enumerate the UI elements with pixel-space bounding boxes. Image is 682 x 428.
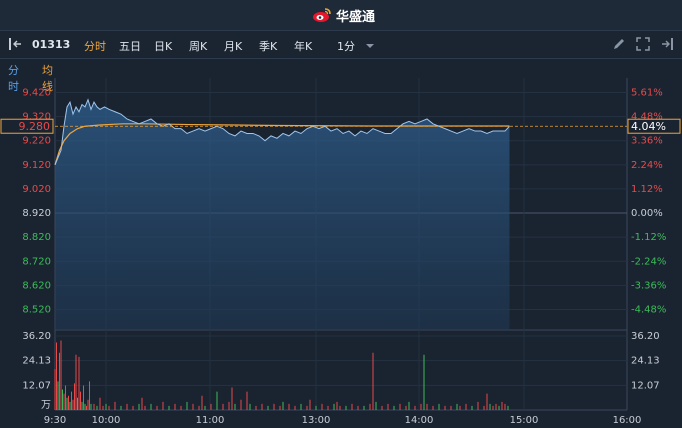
time-tick-label: 11:00: [196, 415, 225, 426]
price-tick-label: 8.920: [22, 208, 51, 219]
volume-tick-label-right: 36.20: [631, 331, 660, 342]
current-price-label: 9.280: [19, 120, 51, 133]
time-tick-label: 16:00: [613, 415, 642, 426]
pct-tick-label: 2.24%: [631, 160, 663, 171]
price-tick-label: 9.120: [22, 160, 51, 171]
intraday-chart: 9.420 5.61%9.320 4.48%9.220 3.36%9.120 2.24%…: [0, 78, 681, 426]
price-tick-label: 8.820: [22, 232, 51, 243]
volume-tick-label-right: 24.13: [631, 356, 660, 367]
current-pct-label: 4.04%: [631, 120, 666, 133]
volume-bars: [54, 340, 509, 410]
price-tick-label: 9.020: [22, 184, 51, 195]
time-tick-label: 10:00: [92, 415, 121, 426]
price-tick-label: 8.720: [22, 256, 51, 267]
time-tick-label: 9:30: [44, 415, 66, 426]
volume-tick-label: 24.13: [22, 356, 51, 367]
pct-tick-label: -2.24%: [631, 256, 666, 267]
pct-tick-label: 5.61%: [631, 87, 663, 98]
pct-tick-label: -3.36%: [631, 280, 666, 291]
time-tick-label: 14:00: [405, 415, 434, 426]
volume-unit-label: 万: [41, 400, 51, 411]
price-tick-label: 9.420: [22, 87, 51, 98]
volume-tick-label: 36.20: [22, 331, 51, 342]
time-tick-label: 15:00: [510, 415, 539, 426]
volume-tick-label-right: 12.07: [631, 380, 660, 391]
pct-tick-label: 1.12%: [631, 184, 663, 195]
pct-tick-label: -1.12%: [631, 232, 666, 243]
price-tick-label: 8.520: [22, 305, 51, 316]
price-tick-label: 9.220: [22, 136, 51, 147]
time-tick-label: 13:00: [302, 415, 331, 426]
pct-tick-label: -4.48%: [631, 305, 666, 316]
price-tick-label: 8.620: [22, 280, 51, 291]
stock-chart-app: 华盛通 01313 分时 五日 日K 周K 月K 季K 年K 1分 分时 均线: [0, 0, 682, 428]
pct-tick-label: 3.36%: [631, 136, 663, 147]
pct-tick-label: 0.00%: [631, 208, 663, 219]
volume-tick-label: 12.07: [22, 380, 51, 391]
